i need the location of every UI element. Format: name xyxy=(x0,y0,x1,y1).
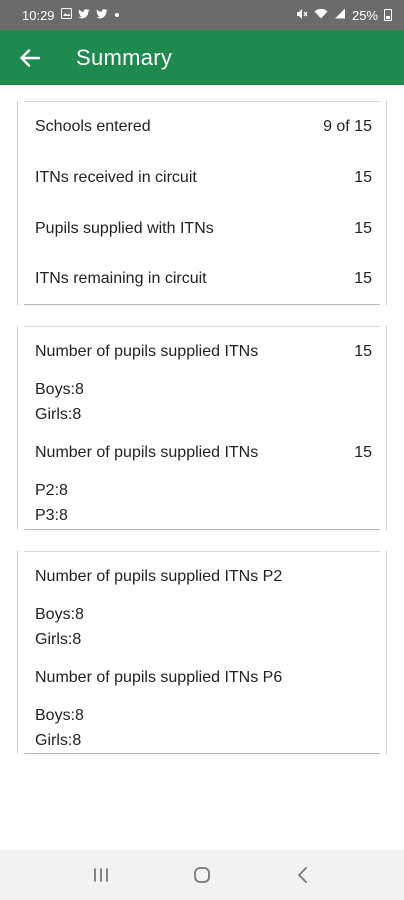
girls-count: Girls:8 xyxy=(35,406,82,423)
arrow-left-icon xyxy=(20,48,40,67)
gender-class-card: Number of pupils supplied ITNs 15 Boys:8… xyxy=(17,326,387,530)
wifi-icon xyxy=(314,8,328,22)
dot-icon xyxy=(114,10,120,21)
schools-entered-label: Schools entered xyxy=(35,118,151,135)
class-breakdown-card: Number of pupils supplied ITNs P2 Boys:8… xyxy=(17,551,387,754)
summary-row-pupils-supplied: Pupils supplied with ITNs 15 xyxy=(35,220,372,238)
class-total: 15 xyxy=(354,444,372,461)
itns-remaining-value: 15 xyxy=(354,270,372,287)
class-heading: Number of pupils supplied ITNs xyxy=(35,444,259,461)
battery-percent: 25% xyxy=(351,7,378,23)
system-nav-bar xyxy=(0,850,404,900)
itns-received-label: ITNs received in circuit xyxy=(35,169,197,186)
p6-heading: Number of pupils supplied ITNs P6 xyxy=(35,669,283,686)
summary-row-schools: Schools entered 9 of 15 xyxy=(35,118,372,136)
status-bar: 10:29 25% xyxy=(0,0,404,30)
home-icon xyxy=(194,867,210,883)
signal-icon xyxy=(334,8,346,22)
summary-row-itns-received: ITNs received in circuit 15 xyxy=(35,169,372,187)
recents-icon xyxy=(93,868,108,882)
p2-count: P2:8 xyxy=(35,482,68,499)
twitter-icon xyxy=(95,8,108,22)
p6-girls-count: Girls:8 xyxy=(35,732,82,749)
itns-remaining-label: ITNs remaining in circuit xyxy=(35,270,207,287)
gender-heading-row: Number of pupils supplied ITNs 15 xyxy=(35,343,372,361)
p2-boys-count: Boys:8 xyxy=(35,606,84,623)
battery-icon xyxy=(384,9,392,21)
back-button[interactable] xyxy=(0,30,60,85)
status-time: 10:29 xyxy=(22,7,55,23)
gender-total: 15 xyxy=(354,343,372,360)
home-button[interactable] xyxy=(182,855,222,895)
recents-button[interactable] xyxy=(81,855,121,895)
p2-girls-count: Girls:8 xyxy=(35,631,82,648)
pupils-supplied-label: Pupils supplied with ITNs xyxy=(35,220,214,237)
pupils-supplied-value: 15 xyxy=(354,220,372,237)
back-chevron-icon xyxy=(298,867,308,883)
mute-icon xyxy=(296,8,308,23)
p2-heading: Number of pupils supplied ITNs P2 xyxy=(35,568,283,585)
p6-boys-count: Boys:8 xyxy=(35,707,84,724)
boys-count: Boys:8 xyxy=(35,381,84,398)
gender-heading: Number of pupils supplied ITNs xyxy=(35,343,259,360)
itns-received-value: 15 xyxy=(354,169,372,186)
twitter-icon xyxy=(77,8,90,22)
nav-back-button[interactable] xyxy=(283,855,323,895)
gallery-icon xyxy=(60,8,72,22)
p3-count: P3:8 xyxy=(35,507,68,524)
app-bar: Summary xyxy=(0,30,404,85)
class-heading-row: Number of pupils supplied ITNs 15 xyxy=(35,444,372,462)
summary-card: Schools entered 9 of 15 ITNs received in… xyxy=(17,101,387,305)
schools-entered-value: 9 of 15 xyxy=(323,118,372,135)
page-title: Summary xyxy=(76,44,173,70)
summary-row-itns-remaining: ITNs remaining in circuit 15 xyxy=(35,270,372,288)
